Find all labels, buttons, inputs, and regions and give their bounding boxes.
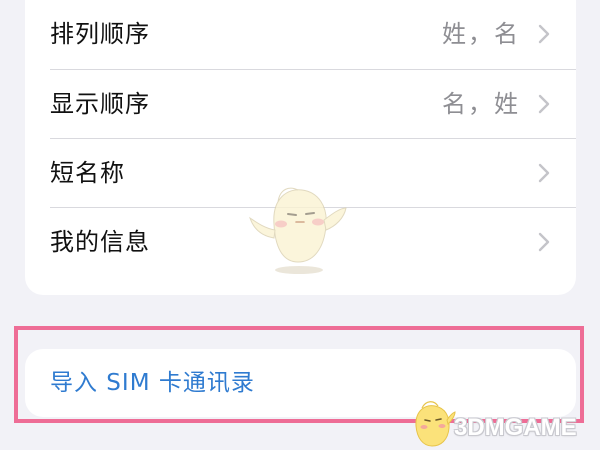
import-sim-contacts-button[interactable]: 导入 SIM 卡通讯录	[50, 349, 255, 417]
chevron-right-icon	[538, 163, 550, 183]
display-order-label: 显示顺序	[50, 90, 150, 118]
chevron-right-icon	[538, 24, 550, 44]
mascot-watermark-icon	[249, 187, 347, 274]
watermark-text: 3DMGAME	[454, 414, 577, 441]
chevron-right-icon	[538, 232, 550, 252]
short-name-label: 短名称	[50, 159, 125, 187]
chevron-right-icon	[538, 94, 550, 114]
site-watermark: 3DMGAME	[408, 398, 598, 450]
sort-order-value: 姓，名	[442, 20, 520, 48]
my-info-label: 我的信息	[50, 228, 150, 256]
watermark-mascot-icon	[415, 401, 456, 447]
display-order-value: 名，姓	[442, 90, 520, 118]
sort-order-label: 排列顺序	[50, 20, 150, 48]
display-order-row[interactable]: 显示顺序 名，姓	[25, 70, 576, 139]
sort-order-row[interactable]: 排列顺序 姓，名	[25, 0, 576, 69]
